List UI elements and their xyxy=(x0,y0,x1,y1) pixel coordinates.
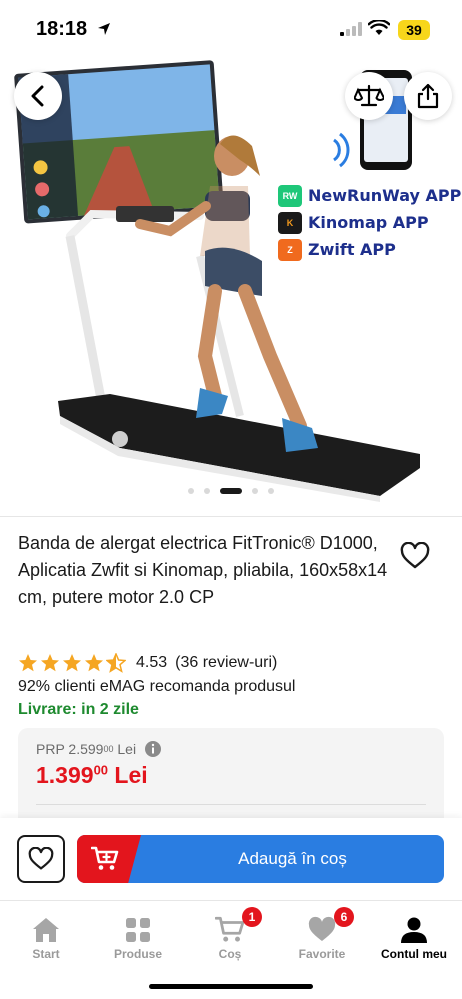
star-full-icon xyxy=(85,654,103,672)
share-button[interactable] xyxy=(404,72,452,120)
product-image-carousel[interactable]: RW NewRunWay APP K Kinomap APP Z Zwift A… xyxy=(0,56,462,514)
prp-decimals: 00 xyxy=(103,744,114,754)
current-price: 1.39900 Lei xyxy=(36,762,148,789)
price-decimals: 00 xyxy=(93,762,109,778)
tab-label: Favorite xyxy=(298,947,346,961)
heart-icon xyxy=(308,916,336,941)
tab-cos[interactable]: 1 Coș xyxy=(184,907,276,961)
favorite-heart-button[interactable] xyxy=(400,541,430,575)
zwift-logo-icon: Z xyxy=(278,238,302,261)
tab-label: Contul meu xyxy=(381,947,447,961)
heart-outline-icon xyxy=(28,847,54,870)
app-badge-label: Zwift APP xyxy=(308,240,396,259)
carousel-dot[interactable] xyxy=(268,488,274,494)
add-to-favorites-button[interactable] xyxy=(17,835,65,883)
star-full-icon xyxy=(41,654,59,672)
app-badge-newrunway: RW NewRunWay APP xyxy=(278,182,461,209)
price-currency: Lei xyxy=(114,762,148,788)
app-badge-label: NewRunWay APP xyxy=(308,186,462,205)
delivery-text: Livrare: in 2 zile xyxy=(18,701,139,718)
app-badge-label: Kinomap APP xyxy=(308,213,429,232)
product-page: 18:18 39 RW NewRunWay APP K Kinomap APP … xyxy=(0,0,462,999)
app-badge-zwift: Z Zwift APP xyxy=(278,236,461,263)
tab-label: Produse xyxy=(113,947,162,961)
review-count-link[interactable]: (36 review-uri) xyxy=(175,654,277,672)
wifi-icon xyxy=(368,20,390,35)
rating-row[interactable]: 4.53 (36 review-uri) xyxy=(18,652,277,674)
chevron-left-icon xyxy=(31,85,44,107)
status-time: 18:18 xyxy=(36,18,88,40)
carousel-dot[interactable] xyxy=(204,488,210,494)
add-to-cart-label: Adaugă în coș xyxy=(238,849,347,868)
price-main: 1.399 xyxy=(36,762,94,788)
carousel-dot[interactable] xyxy=(252,488,258,494)
tab-favorite[interactable]: 6 Favorite xyxy=(276,907,368,961)
tab-label: Start xyxy=(32,947,60,961)
divider xyxy=(36,804,426,805)
tab-start[interactable]: Start xyxy=(0,915,92,961)
share-icon xyxy=(417,83,439,109)
status-bar: 18:18 39 xyxy=(0,0,462,56)
add-to-cart-button[interactable]: Adaugă în coș xyxy=(77,835,444,883)
location-arrow-icon xyxy=(98,23,110,35)
tab-label: Coș xyxy=(218,947,242,961)
cart-count-badge: 1 xyxy=(242,907,262,927)
user-icon xyxy=(401,917,427,943)
heart-outline-icon xyxy=(400,541,430,569)
rating-value: 4.53 xyxy=(136,654,168,671)
tab-contul-meu[interactable]: Contul meu xyxy=(368,915,460,961)
home-indicator xyxy=(149,984,313,989)
newrunway-logo-icon: RW xyxy=(278,184,302,207)
recommend-text: 92% clienti eMAG recomanda produsul xyxy=(18,678,296,695)
action-bar: Adaugă în coș xyxy=(0,818,462,900)
battery-indicator: 39 xyxy=(398,20,430,40)
star-half-icon xyxy=(106,653,126,673)
compare-button[interactable] xyxy=(345,72,393,120)
favorites-count-badge: 6 xyxy=(334,907,354,927)
cart-icon xyxy=(215,916,245,942)
rating-stars xyxy=(18,653,126,673)
grid-icon xyxy=(126,918,150,942)
star-full-icon xyxy=(19,654,37,672)
app-badges: RW NewRunWay APP K Kinomap APP Z Zwift A… xyxy=(278,182,461,263)
kinomap-logo-icon: K xyxy=(278,211,302,234)
home-icon xyxy=(33,918,59,942)
carousel-dot[interactable] xyxy=(188,488,194,494)
cart-button-icon-area xyxy=(77,835,141,883)
carousel-dot-active[interactable] xyxy=(220,488,242,494)
product-title: Banda de alergat electrica FitTronic® D1… xyxy=(18,533,388,607)
prp-value: PRP 2.599 xyxy=(36,741,104,757)
prp-currency: Lei xyxy=(117,741,137,757)
product-image xyxy=(14,60,420,502)
info-icon[interactable] xyxy=(144,740,162,758)
star-full-icon xyxy=(63,654,81,672)
signal-icon xyxy=(340,22,362,36)
app-badge-kinomap: K Kinomap APP xyxy=(278,209,461,236)
back-button[interactable] xyxy=(14,72,62,120)
prp-price: PRP 2.599 00 Lei xyxy=(36,740,162,758)
carousel-dots[interactable] xyxy=(0,488,462,494)
tab-produse[interactable]: Produse xyxy=(92,915,184,961)
scale-compare-icon xyxy=(354,84,384,107)
divider xyxy=(0,516,462,517)
cart-icon xyxy=(91,846,119,870)
